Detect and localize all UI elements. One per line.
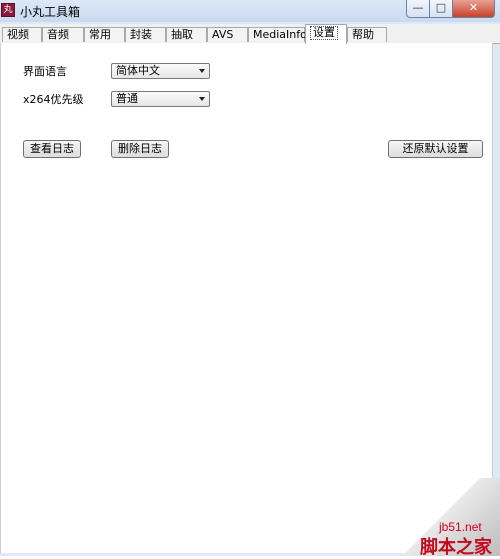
minimize-button[interactable]: —	[406, 0, 430, 18]
tab-video[interactable]: 视频	[2, 27, 42, 42]
tab-common[interactable]: 常用	[84, 27, 125, 42]
tab-mediainfo[interactable]: MediaInfo	[248, 27, 307, 42]
tab-help[interactable]: 帮助	[347, 27, 387, 42]
ui-language-select[interactable]: 简体中文	[111, 63, 210, 79]
settings-panel: 界面语言 简体中文 x264优先级 普通 查看日志 删除日志 还原默认设置	[0, 43, 493, 553]
watermark-brand-text: 脚本之家	[420, 537, 492, 558]
tab-mux[interactable]: 封装	[125, 27, 166, 42]
tab-avs[interactable]: AVS	[207, 27, 248, 42]
chevron-down-icon	[199, 97, 205, 101]
ui-language-value: 简体中文	[116, 64, 160, 77]
x264-priority-select[interactable]: 普通	[111, 91, 210, 107]
view-log-button[interactable]: 查看日志	[23, 140, 81, 158]
maximize-button[interactable]: □	[429, 0, 453, 18]
x264-priority-value: 普通	[116, 92, 138, 105]
app-window: 丸 小丸工具箱 — □ ✕ 视频 音频 常用 封装 抽取 AVS MediaIn…	[0, 0, 500, 558]
app-icon: 丸	[1, 3, 15, 17]
tab-extract[interactable]: 抽取	[166, 27, 207, 42]
tab-bar: 视频 音频 常用 封装 抽取 AVS MediaInfo 设置 帮助	[0, 24, 500, 44]
ui-language-label: 界面语言	[23, 65, 67, 78]
tab-settings[interactable]: 设置	[305, 24, 347, 44]
tab-audio[interactable]: 音频	[42, 27, 84, 42]
window-title: 小丸工具箱	[20, 5, 81, 19]
tab-settings-label: 设置	[310, 26, 338, 40]
x264-priority-label: x264优先级	[23, 93, 84, 106]
delete-log-button[interactable]: 删除日志	[111, 140, 169, 158]
close-button[interactable]: ✕	[452, 0, 495, 18]
title-bar[interactable]: 丸 小丸工具箱 — □ ✕	[0, 0, 500, 22]
watermark-site-text: jb51.net	[439, 520, 482, 534]
chevron-down-icon	[199, 69, 205, 73]
restore-defaults-button[interactable]: 还原默认设置	[388, 140, 483, 158]
